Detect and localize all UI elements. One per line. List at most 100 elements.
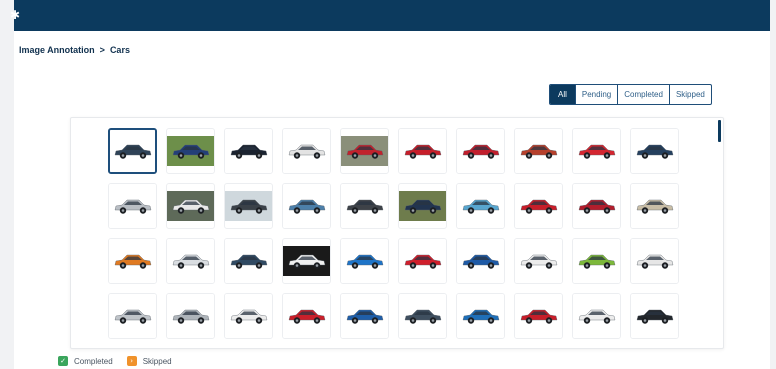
- top-bar: ✱: [10, 0, 770, 31]
- breadcrumb-current: Cars: [109, 45, 130, 55]
- car-image: [288, 309, 325, 324]
- car-image: [172, 309, 209, 324]
- car-image: [346, 309, 383, 324]
- car-image: [230, 199, 267, 214]
- car-image: [230, 254, 267, 269]
- car-image: [520, 309, 557, 324]
- legend-completed: ✓ Completed: [58, 356, 113, 366]
- car-thumbnail[interactable]: [224, 128, 273, 174]
- car-image: [346, 144, 383, 159]
- car-image: [404, 254, 441, 269]
- breadcrumb-separator: >: [99, 45, 105, 55]
- skip-icon: ›: [126, 356, 137, 366]
- car-thumbnail[interactable]: [572, 183, 621, 229]
- car-thumbnail[interactable]: [630, 238, 679, 284]
- filter-all[interactable]: All: [550, 85, 575, 104]
- car-thumbnail[interactable]: [224, 238, 273, 284]
- image-grid: [108, 128, 679, 339]
- car-thumbnail[interactable]: [108, 238, 157, 284]
- car-thumbnail[interactable]: [514, 128, 563, 174]
- car-thumbnail[interactable]: [514, 183, 563, 229]
- car-thumbnail[interactable]: [108, 293, 157, 339]
- car-image: [114, 254, 151, 269]
- car-image: [114, 309, 151, 324]
- car-thumbnail[interactable]: [166, 183, 215, 229]
- car-thumbnail[interactable]: [456, 183, 505, 229]
- car-thumbnail[interactable]: [282, 293, 331, 339]
- car-image: [462, 144, 499, 159]
- car-thumbnail[interactable]: [398, 293, 447, 339]
- car-thumbnail[interactable]: [282, 128, 331, 174]
- car-image: [230, 144, 267, 159]
- filter-completed[interactable]: Completed: [617, 85, 669, 104]
- car-thumbnail[interactable]: [456, 238, 505, 284]
- car-image: [636, 144, 673, 159]
- car-thumbnail[interactable]: [340, 183, 389, 229]
- filter-pending[interactable]: Pending: [574, 85, 617, 104]
- car-image: [520, 199, 557, 214]
- car-image: [462, 309, 499, 324]
- car-thumbnail[interactable]: [572, 293, 621, 339]
- car-thumbnail[interactable]: [398, 238, 447, 284]
- car-image: [172, 144, 209, 159]
- car-thumbnail[interactable]: [630, 293, 679, 339]
- car-thumbnail[interactable]: [166, 128, 215, 174]
- car-thumbnail[interactable]: [108, 128, 157, 174]
- car-image: [520, 144, 557, 159]
- car-image: [462, 199, 499, 214]
- car-image: [288, 144, 325, 159]
- car-thumbnail[interactable]: [514, 238, 563, 284]
- car-image: [114, 144, 151, 159]
- car-image: [636, 254, 673, 269]
- car-thumbnail[interactable]: [340, 293, 389, 339]
- status-legend: ✓ Completed › Skipped: [58, 356, 186, 366]
- car-image: [172, 199, 209, 214]
- car-image: [520, 254, 557, 269]
- car-thumbnail[interactable]: [340, 238, 389, 284]
- car-image: [288, 254, 325, 269]
- legend-skipped-label: Skipped: [142, 356, 172, 366]
- legend-completed-label: Completed: [74, 356, 113, 366]
- car-thumbnail[interactable]: [340, 128, 389, 174]
- car-thumbnail[interactable]: [630, 128, 679, 174]
- check-icon: ✓: [58, 356, 68, 366]
- car-image: [346, 199, 383, 214]
- car-thumbnail[interactable]: [224, 183, 273, 229]
- car-thumbnail[interactable]: [166, 293, 215, 339]
- car-thumbnail[interactable]: [456, 128, 505, 174]
- car-image: [404, 199, 441, 214]
- car-image: [114, 199, 151, 214]
- filter-skipped[interactable]: Skipped: [668, 85, 711, 104]
- car-image: [230, 309, 267, 324]
- car-image: [578, 309, 615, 324]
- car-thumbnail[interactable]: [572, 238, 621, 284]
- page: ✱ Image Annotation > Cars All Pending Comp…: [10, 0, 770, 369]
- status-filter-group: All Pending Completed Skipped: [549, 84, 712, 105]
- breadcrumb-root[interactable]: Image Annotation: [19, 45, 95, 55]
- car-image: [578, 199, 615, 214]
- car-thumbnail[interactable]: [166, 238, 215, 284]
- menu-icon[interactable]: ✱: [10, 9, 20, 21]
- car-thumbnail[interactable]: [572, 128, 621, 174]
- car-thumbnail[interactable]: [108, 183, 157, 229]
- car-image: [578, 144, 615, 159]
- car-thumbnail[interactable]: [282, 183, 331, 229]
- car-thumbnail[interactable]: [514, 293, 563, 339]
- car-thumbnail[interactable]: [398, 183, 447, 229]
- car-thumbnail[interactable]: [224, 293, 273, 339]
- car-thumbnail[interactable]: [398, 128, 447, 174]
- car-thumbnail[interactable]: [630, 183, 679, 229]
- legend-skipped: › Skipped: [126, 356, 172, 366]
- car-image: [172, 254, 209, 269]
- car-image: [636, 199, 673, 214]
- car-thumbnail[interactable]: [282, 238, 331, 284]
- car-image: [404, 144, 441, 159]
- car-image: [288, 199, 325, 214]
- car-image: [462, 254, 499, 269]
- image-gallery: [70, 117, 724, 349]
- gallery-scrollbar[interactable]: [718, 120, 721, 142]
- breadcrumb: Image Annotation > Cars: [19, 45, 130, 55]
- car-image: [578, 254, 615, 269]
- car-thumbnail[interactable]: [456, 293, 505, 339]
- car-image: [636, 309, 673, 324]
